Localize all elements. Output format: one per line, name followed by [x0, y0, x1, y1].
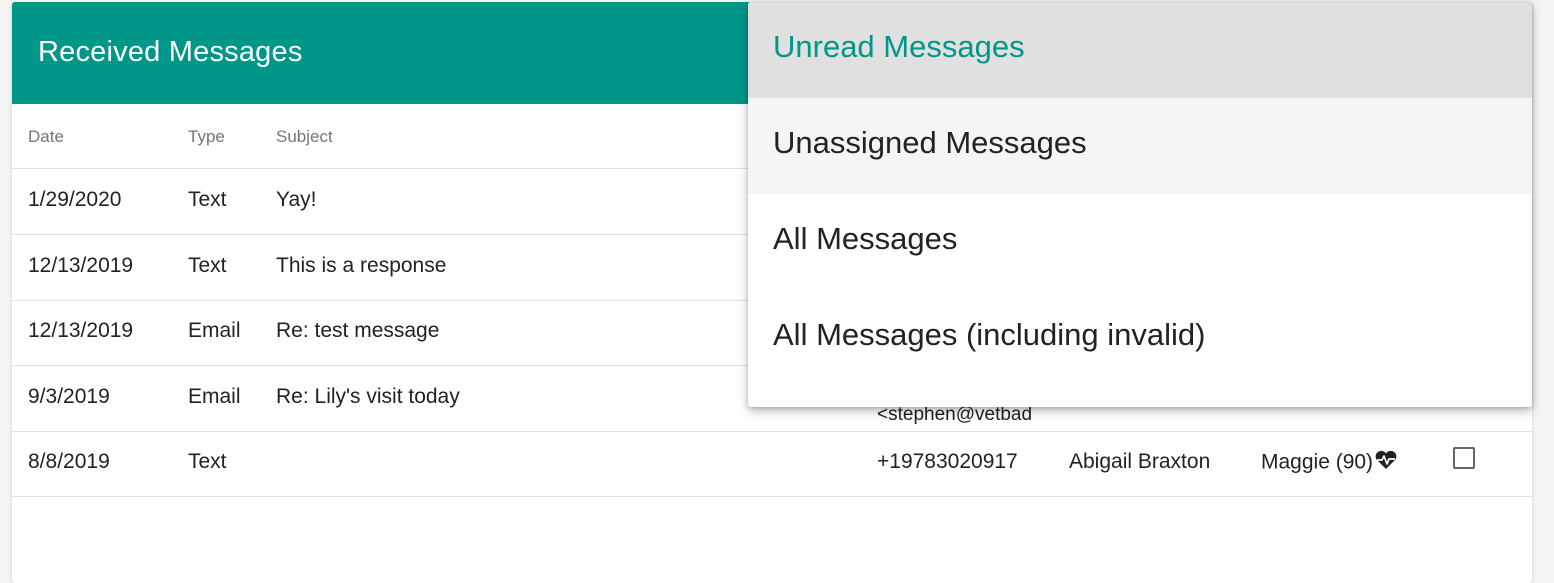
row-patient-label: Maggie (90): [1261, 450, 1374, 474]
row-date: 8/8/2019: [28, 450, 110, 473]
row-subject: This is a response: [276, 254, 447, 277]
message-filter-dropdown[interactable]: Unread Messages Unassigned Messages All …: [748, 2, 1532, 407]
menu-item-all-messages-including-invalid[interactable]: All Messages (including invalid): [748, 290, 1532, 386]
card-title: Received Messages: [38, 36, 303, 68]
row-type: Text: [188, 254, 227, 277]
column-header-type[interactable]: Type: [188, 127, 225, 147]
column-header-subject[interactable]: Subject: [276, 127, 333, 147]
menu-item-label: Unassigned Messages: [773, 125, 1087, 160]
row-from: +19783020917: [877, 450, 1018, 473]
menu-item-label: Unread Messages: [773, 29, 1025, 64]
row-subject: Re: test message: [276, 319, 440, 342]
menu-item-all-messages[interactable]: All Messages: [748, 194, 1532, 290]
menu-item-unassigned-messages[interactable]: Unassigned Messages: [748, 98, 1532, 194]
row-date: 12/13/2019: [28, 319, 134, 342]
row-type: Email: [188, 385, 241, 408]
menu-item-label: All Messages (including invalid): [773, 317, 1206, 352]
menu-item-unread-messages[interactable]: Unread Messages: [748, 2, 1532, 98]
row-subject: Yay!: [276, 188, 317, 211]
row-type: Text: [188, 188, 227, 211]
row-patient[interactable]: Maggie (90): [1261, 450, 1398, 476]
menu-item-label: All Messages: [773, 221, 958, 256]
row-date: 9/3/2019: [28, 385, 110, 408]
row-date: 1/29/2020: [28, 188, 122, 211]
column-header-date[interactable]: Date: [28, 127, 64, 147]
row-type: Email: [188, 319, 241, 342]
row-type: Text: [188, 450, 227, 473]
row-from: <stephen@vetbad: [877, 404, 1033, 425]
table-row[interactable]: 8/8/2019 Text +19783020917 Abigail Braxt…: [12, 431, 1532, 497]
row-subject: Re: Lily's visit today: [276, 385, 460, 408]
row-client[interactable]: Abigail Braxton: [1069, 450, 1210, 474]
heartbeat-icon: [1374, 450, 1398, 476]
row-checkbox[interactable]: [1453, 447, 1475, 469]
row-date: 12/13/2019: [28, 254, 134, 277]
